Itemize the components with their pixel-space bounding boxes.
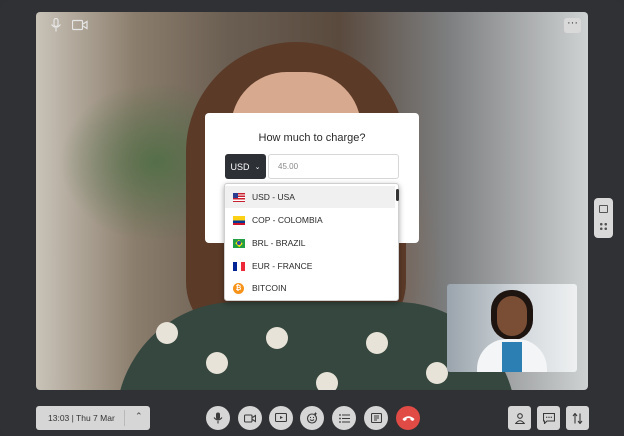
- settings-button[interactable]: [566, 406, 589, 430]
- currency-option-cop[interactable]: COP - COLOMBIA: [225, 209, 395, 231]
- currency-label: USD: [230, 161, 250, 172]
- camera-icon: [244, 413, 256, 423]
- option-label: BRL - BRAZIL: [252, 238, 306, 248]
- currency-option-bitcoin[interactable]: ₿ BITCOIN: [225, 277, 395, 299]
- top-left-status-icons: [50, 17, 88, 35]
- grid-dots-icon: [599, 222, 608, 231]
- chevron-up-icon: ⌃: [135, 411, 143, 421]
- dropdown-scrollbar[interactable]: [396, 189, 399, 201]
- currency-dropdown: USD - USA COP - COLOMBIA BRL - BRAZIL EU…: [224, 183, 399, 301]
- us-flag-icon: [233, 192, 245, 202]
- datetime-pill[interactable]: 13:03 | Thu 7 Mar ⌃: [36, 406, 150, 430]
- currency-option-brl[interactable]: BRL - BRAZIL: [225, 232, 395, 254]
- option-label: EUR - FRANCE: [252, 261, 313, 271]
- bitcoin-icon: ₿: [233, 282, 244, 294]
- reactions-button[interactable]: [300, 406, 324, 430]
- colombia-flag-icon: [233, 215, 245, 225]
- participant-button[interactable]: [508, 406, 531, 430]
- chat-button[interactable]: [537, 406, 560, 430]
- hang-up-icon: [402, 415, 414, 421]
- screen-share-icon: [275, 413, 287, 423]
- self-video-feed: [447, 284, 577, 372]
- datetime-divider: [124, 410, 125, 426]
- screen-share-button[interactable]: [269, 406, 293, 430]
- more-options-button[interactable]: ···: [564, 18, 581, 33]
- camera-icon[interactable]: [71, 18, 88, 35]
- currency-option-usd[interactable]: USD - USA: [225, 186, 395, 208]
- side-widget-toggle[interactable]: [594, 198, 613, 238]
- settings-icon: [572, 412, 583, 424]
- hang-up-button[interactable]: [396, 406, 420, 430]
- option-label: COP - COLOMBIA: [252, 215, 323, 225]
- option-label: BITCOIN: [252, 283, 287, 293]
- microphone-button[interactable]: [206, 406, 230, 430]
- whiteboard-icon: [370, 413, 382, 423]
- microphone-icon: [213, 412, 223, 424]
- amount-input[interactable]: [268, 154, 399, 179]
- datetime-text: 13:03 | Thu 7 Mar: [48, 413, 115, 423]
- list-button[interactable]: [332, 406, 356, 430]
- picture-in-picture-icon: [599, 205, 608, 213]
- camera-button[interactable]: [238, 406, 262, 430]
- chat-icon: [542, 412, 555, 424]
- brazil-flag-icon: [233, 238, 245, 248]
- whiteboard-button[interactable]: [364, 406, 388, 430]
- option-label: USD - USA: [252, 192, 295, 202]
- participant-icon: [514, 412, 525, 424]
- microphone-icon[interactable]: [50, 17, 62, 35]
- france-flag-icon: [233, 261, 245, 271]
- currency-option-eur[interactable]: EUR - FRANCE: [225, 255, 395, 277]
- reactions-icon: [306, 412, 318, 424]
- currency-select-button[interactable]: USD ⌄: [225, 154, 266, 179]
- self-scrubs: [502, 342, 522, 372]
- self-face: [497, 296, 527, 336]
- list-icon: [338, 413, 350, 423]
- modal-title: How much to charge?: [258, 132, 366, 144]
- chevron-down-icon: ⌄: [254, 163, 261, 171]
